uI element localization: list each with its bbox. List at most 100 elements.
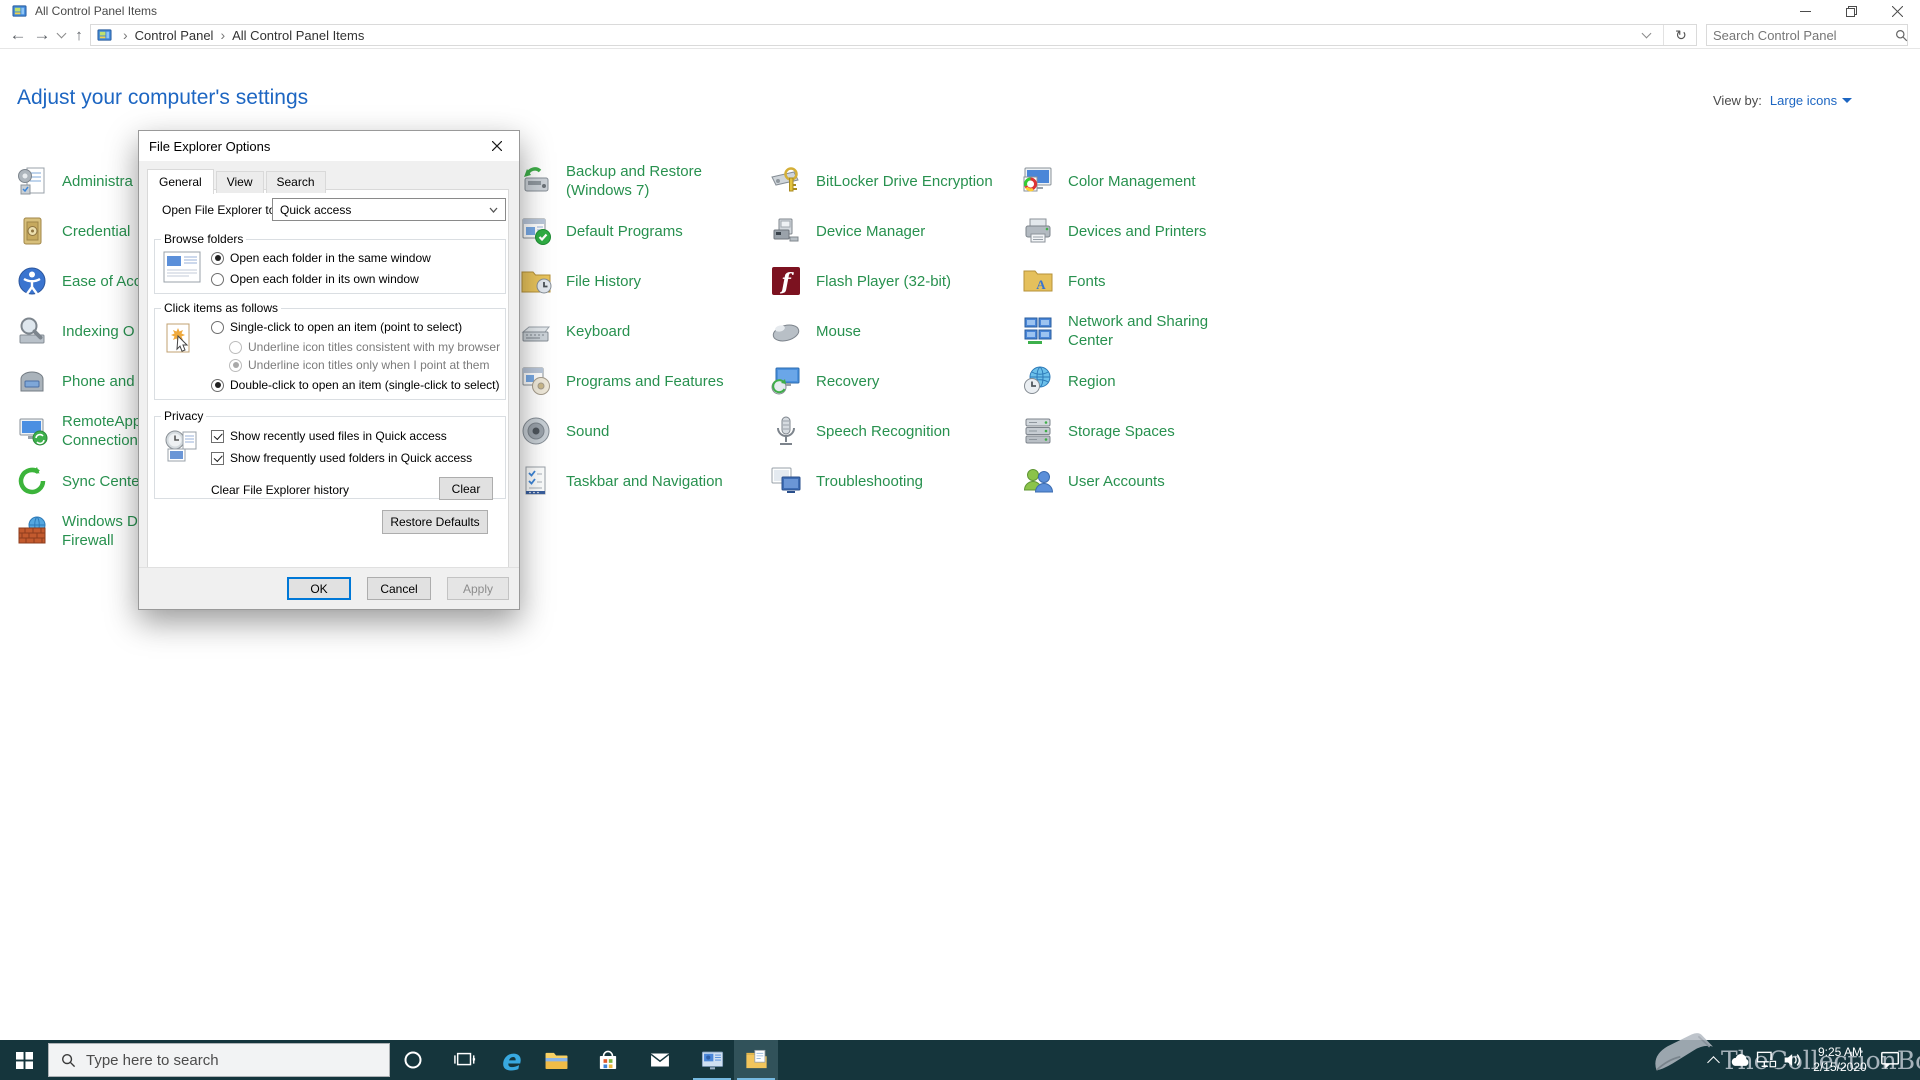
- back-button[interactable]: ←: [6, 22, 30, 48]
- screen: All Control Panel Items ← → ↑ › Control …: [0, 0, 1920, 1080]
- control-panel-item[interactable]: Storage Spaces: [1022, 406, 1272, 456]
- taskbar-search[interactable]: Type here to search: [48, 1043, 390, 1077]
- minimize-button[interactable]: [1782, 0, 1828, 22]
- refresh-button[interactable]: ↻: [1666, 27, 1696, 44]
- close-button[interactable]: [1874, 0, 1920, 22]
- privacy-legend: Privacy: [164, 409, 204, 423]
- dialog-tabs: General View Search: [147, 168, 328, 194]
- control-panel-item[interactable]: Programs and Features: [520, 356, 770, 406]
- tab-search[interactable]: Search: [265, 171, 326, 193]
- edge-taskbar-button[interactable]: e: [490, 1040, 534, 1080]
- network-and-sharing-center-icon: [1022, 315, 1054, 347]
- control-panel-item-label: File History: [566, 272, 642, 290]
- start-button[interactable]: [0, 1040, 48, 1080]
- backup-and-restore-icon: [520, 165, 552, 197]
- open-file-explorer-to-select[interactable]: Quick access: [272, 198, 506, 221]
- store-icon: [599, 1050, 617, 1069]
- control-panel-search[interactable]: [1706, 24, 1908, 46]
- onedrive-tray-icon[interactable]: [1727, 1040, 1753, 1080]
- breadcrumb-all-control-panel-items[interactable]: All Control Panel Items: [232, 28, 364, 43]
- taskbar-clock[interactable]: 9:25 AM 2/15/2020: [1806, 1040, 1874, 1080]
- control-panel-item[interactable]: Network and Sharing Center: [1022, 306, 1272, 356]
- control-panel-item-label: Indexing O: [62, 322, 135, 340]
- windows-defender-firewall-icon: [16, 515, 48, 547]
- control-panel-item[interactable]: BitLocker Drive Encryption: [770, 156, 1020, 206]
- search-control-panel-input[interactable]: [1707, 27, 1895, 43]
- speech-recognition-icon: [770, 415, 802, 447]
- mail-taskbar-button[interactable]: [638, 1040, 682, 1080]
- control-panel-item[interactable]: Recovery: [770, 356, 1020, 406]
- forward-button[interactable]: →: [30, 22, 54, 48]
- maximize-button[interactable]: [1828, 0, 1874, 22]
- tab-view[interactable]: View: [215, 171, 264, 193]
- control-panel-item[interactable]: Region: [1022, 356, 1272, 406]
- control-panel-item[interactable]: Taskbar and Navigation: [520, 456, 770, 506]
- chevron-down-icon: [1641, 28, 1651, 39]
- checkbox-checked-icon: [211, 451, 224, 465]
- recent-pages-button[interactable]: [54, 22, 68, 48]
- file-explorer-icon: [545, 1052, 567, 1069]
- control-panel-item[interactable]: Keyboard: [520, 306, 770, 356]
- ok-button[interactable]: OK: [287, 577, 351, 600]
- radio-double-click[interactable]: Double-click to open an item (single-cli…: [211, 377, 499, 393]
- up-button[interactable]: ↑: [68, 22, 90, 48]
- tray-expand-button[interactable]: [1702, 1040, 1724, 1080]
- radio-disabled-selected-icon: [229, 358, 242, 372]
- task-view-button[interactable]: [444, 1040, 486, 1080]
- radio-single-click[interactable]: Single-click to open an item (point to s…: [211, 319, 462, 335]
- restore-defaults-button[interactable]: Restore Defaults: [382, 510, 488, 534]
- control-panel-item[interactable]: Devices and Printers: [1022, 206, 1272, 256]
- checkbox-show-recent-files[interactable]: Show recently used files in Quick access: [211, 428, 447, 444]
- radio-open-own-window[interactable]: Open each folder in its own window: [211, 271, 419, 287]
- radio-underline-consistent: Underline icon titles consistent with my…: [229, 339, 500, 355]
- cloud-icon: [1731, 1054, 1749, 1066]
- clear-history-label: Clear File Explorer history: [211, 483, 350, 497]
- network-tray-icon[interactable]: [1754, 1040, 1780, 1080]
- action-center-button[interactable]: [1874, 1040, 1906, 1080]
- address-dropdown-button[interactable]: [1631, 28, 1661, 39]
- radio-open-same-window[interactable]: Open each folder in the same window: [211, 250, 431, 266]
- cancel-button[interactable]: Cancel: [367, 577, 431, 600]
- control-panel-item[interactable]: Sound: [520, 406, 770, 456]
- control-panel-item-label: Troubleshooting: [816, 472, 924, 490]
- volume-tray-icon[interactable]: [1780, 1040, 1806, 1080]
- radio-label: Single-click to open an item (point to s…: [230, 320, 463, 334]
- checkbox-label: Show recently used files in Quick access: [230, 429, 447, 443]
- mouse-icon: [770, 315, 802, 347]
- control-panel-item[interactable]: User Accounts: [1022, 456, 1272, 506]
- file-explorer-taskbar-button[interactable]: [534, 1040, 578, 1080]
- window-titlebar: All Control Panel Items: [0, 0, 1920, 22]
- control-panel-item[interactable]: File History: [520, 256, 770, 306]
- file-explorer-options-taskbar-button[interactable]: [734, 1040, 778, 1080]
- control-panel-item[interactable]: Troubleshooting: [770, 456, 1020, 506]
- view-by-dropdown[interactable]: Large icons: [1770, 93, 1853, 108]
- control-panel-item[interactable]: Default Programs: [520, 206, 770, 256]
- file-explorer-options-icon: [745, 1049, 767, 1068]
- address-bar[interactable]: › Control Panel › All Control Panel Item…: [90, 24, 1697, 46]
- control-panel-taskbar-button[interactable]: [690, 1040, 734, 1080]
- store-taskbar-button[interactable]: [586, 1040, 630, 1080]
- windows-logo-icon: [15, 1051, 33, 1069]
- radio-icon: [211, 320, 224, 334]
- clear-button[interactable]: Clear: [439, 477, 493, 500]
- control-panel-item-label: Flash Player (32-bit): [816, 272, 952, 290]
- flash-player-icon: f: [770, 265, 802, 297]
- indexing-options-icon: [16, 315, 48, 347]
- mail-icon: [650, 1053, 670, 1067]
- control-panel-item[interactable]: Mouse: [770, 306, 1020, 356]
- checkbox-show-frequent-folders[interactable]: Show frequently used folders in Quick ac…: [211, 450, 472, 466]
- control-panel-item[interactable]: A Fonts: [1022, 256, 1272, 306]
- breadcrumb-control-panel[interactable]: Control Panel: [135, 28, 214, 43]
- control-panel-item[interactable]: Backup and Restore (Windows 7): [520, 156, 770, 206]
- dialog-close-button[interactable]: [474, 131, 519, 161]
- control-panel-item[interactable]: Device Manager: [770, 206, 1020, 256]
- click-items-group: Click items as follows Single-click to o…: [154, 301, 506, 400]
- control-panel-item[interactable]: Color Management: [1022, 156, 1272, 206]
- control-panel-item[interactable]: Speech Recognition: [770, 406, 1020, 456]
- window-title: All Control Panel Items: [35, 4, 158, 18]
- cortana-button[interactable]: [392, 1040, 434, 1080]
- control-panel-item-label: BitLocker Drive Encryption: [816, 172, 993, 190]
- tab-general[interactable]: General: [147, 169, 214, 194]
- control-panel-item-label: Default Programs: [566, 222, 683, 240]
- control-panel-item[interactable]: f Flash Player (32-bit): [770, 256, 1020, 306]
